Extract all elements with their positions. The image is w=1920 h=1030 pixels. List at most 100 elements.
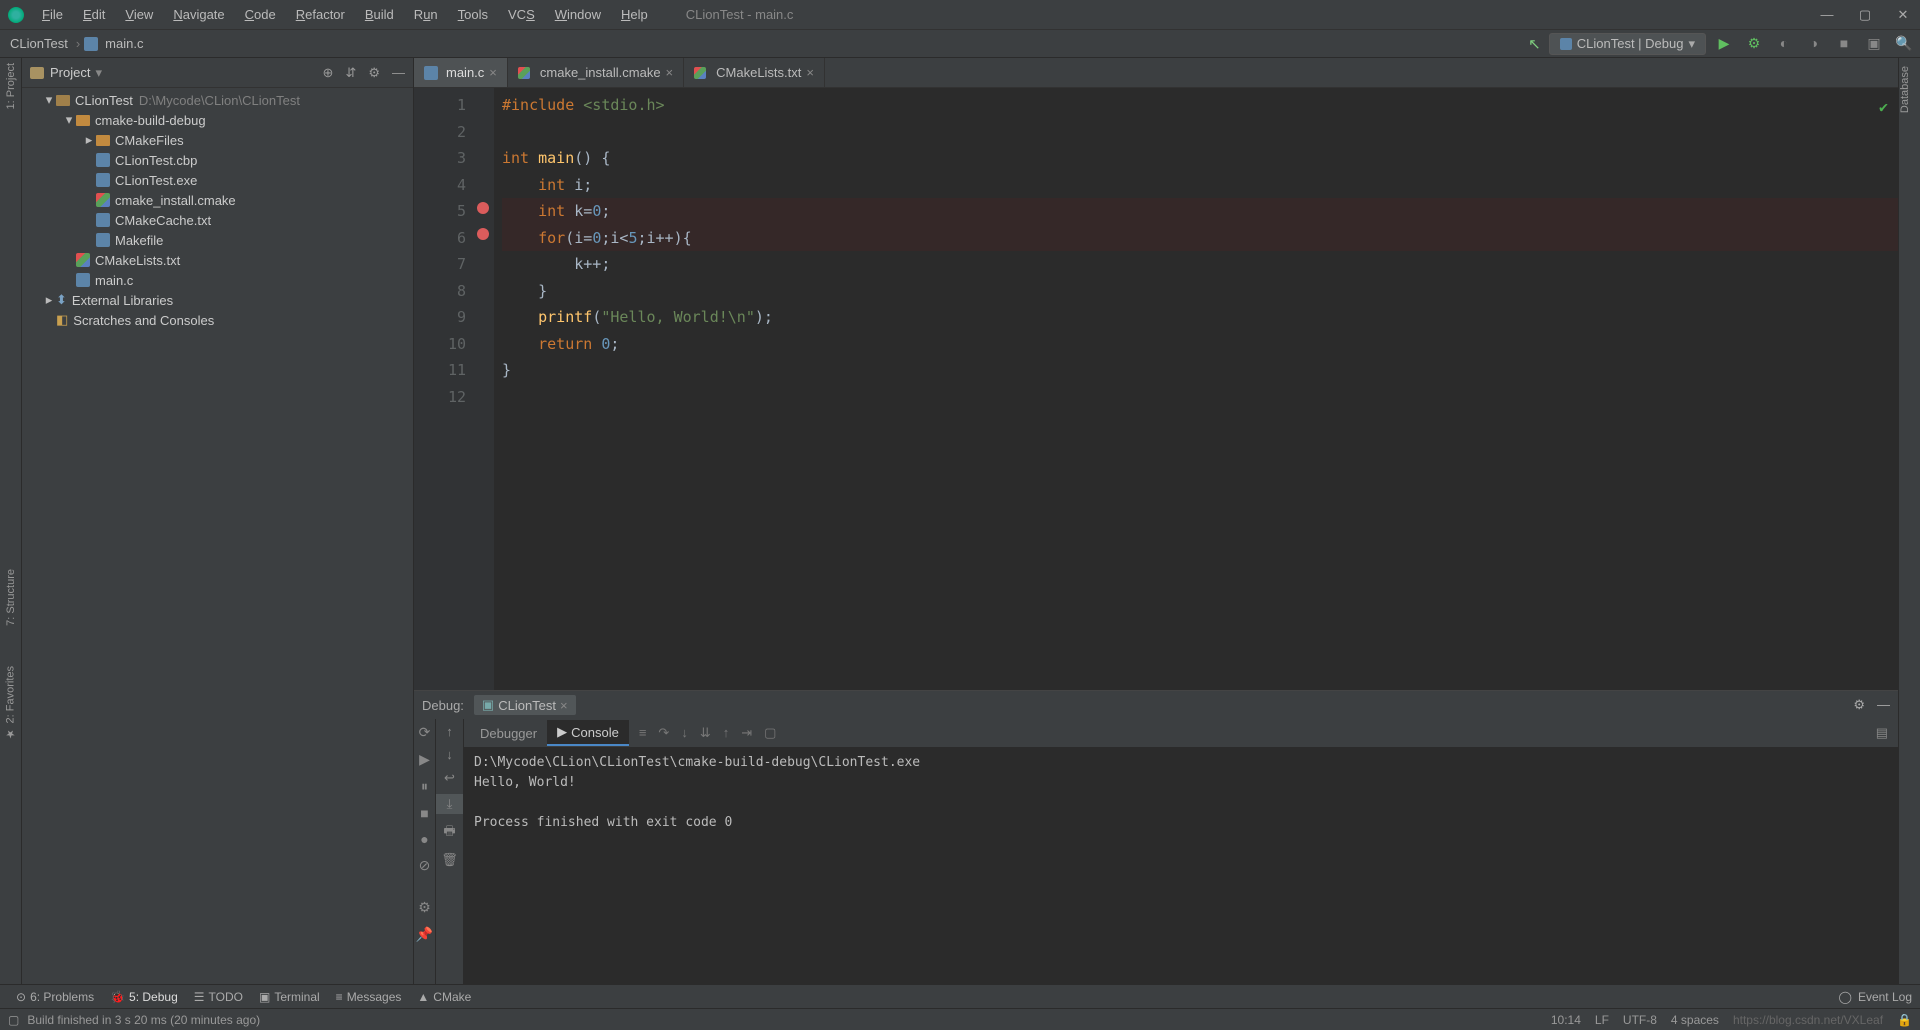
step-out-icon[interactable]: ↑: [723, 725, 730, 741]
clear-icon[interactable]: 🗑: [441, 852, 458, 868]
build-hammer-icon[interactable]: ↖: [1528, 35, 1541, 53]
evaluate-icon[interactable]: ▢: [764, 725, 776, 741]
close-icon[interactable]: ×: [489, 65, 497, 80]
tool-tab-project[interactable]: 1: Project: [5, 63, 17, 109]
tree-file-cmakelists[interactable]: CMakeLists.txt: [22, 250, 413, 270]
debug-tab[interactable]: ▣ CLionTest ×: [474, 695, 576, 715]
tab-cmake[interactable]: ▲CMake: [409, 990, 479, 1004]
breadcrumb-project[interactable]: CLionTest: [6, 36, 72, 51]
pin-icon[interactable]: 📌: [416, 926, 433, 943]
tree-file-cmakecache[interactable]: CMakeCache.txt: [22, 210, 413, 230]
chevron-down-icon[interactable]: ▾: [95, 65, 102, 81]
locate-icon[interactable]: ⊕: [323, 65, 334, 81]
soft-wrap-icon[interactable]: ↩: [444, 770, 455, 786]
layout-icon[interactable]: ▤: [1876, 725, 1888, 741]
menu-tools[interactable]: Tools: [450, 5, 496, 24]
lock-icon[interactable]: 🔒: [1897, 1013, 1912, 1027]
step-over-icon[interactable]: ↷: [658, 725, 669, 741]
settings-icon[interactable]: ⚙: [418, 899, 431, 916]
hide-icon[interactable]: —: [1877, 697, 1890, 713]
stop-icon[interactable]: ■: [420, 805, 428, 821]
menu-run[interactable]: Run: [406, 5, 446, 24]
file-encoding[interactable]: UTF-8: [1623, 1013, 1657, 1027]
debug-icon[interactable]: ⚙: [1744, 35, 1764, 52]
tab-cmake-install[interactable]: cmake_install.cmake×: [508, 58, 684, 87]
tool-tab-database[interactable]: Database: [1899, 66, 1911, 113]
subtab-console[interactable]: ▶Console: [547, 720, 629, 746]
line-ending[interactable]: LF: [1595, 1013, 1609, 1027]
tree-file-mainc[interactable]: main.c: [22, 270, 413, 290]
close-icon[interactable]: ×: [666, 65, 674, 80]
force-step-icon[interactable]: ⇊: [700, 725, 711, 741]
run-icon[interactable]: ▶: [1714, 35, 1734, 52]
tree-cmake-build-debug[interactable]: ▾cmake-build-debug: [22, 110, 413, 130]
menu-refactor[interactable]: Refactor: [288, 5, 353, 24]
tree-file-cmakeinstall[interactable]: cmake_install.cmake: [22, 190, 413, 210]
search-icon[interactable]: 🔍: [1894, 35, 1914, 52]
console-output[interactable]: D:\Mycode\CLion\CLionTest\cmake-build-de…: [464, 747, 1898, 984]
coverage-icon[interactable]: ◐: [1774, 35, 1794, 52]
profile-icon[interactable]: ◑: [1804, 35, 1824, 52]
run-to-cursor-icon[interactable]: ⇥: [741, 725, 752, 741]
tree-cmakefiles[interactable]: ▸CMakeFiles: [22, 130, 413, 150]
tree-scratches[interactable]: ◧Scratches and Consoles: [22, 310, 413, 330]
analysis-ok-icon[interactable]: ✔: [1879, 94, 1888, 121]
menu-navigate[interactable]: Navigate: [165, 5, 232, 24]
up-icon[interactable]: ↑: [446, 724, 453, 739]
scroll-to-end-icon[interactable]: ⤓: [436, 794, 463, 814]
layout-icon[interactable]: ▣: [1864, 35, 1884, 52]
menu-window[interactable]: Window: [547, 5, 609, 24]
breakpoint-gutter[interactable]: [474, 88, 494, 690]
tab-todo[interactable]: ☰TODO: [186, 990, 251, 1004]
menu-help[interactable]: Help: [613, 5, 656, 24]
project-pane-title[interactable]: Project: [50, 65, 90, 80]
down-icon[interactable]: ↓: [446, 747, 453, 762]
resume-icon[interactable]: ▶: [419, 751, 430, 768]
gear-icon[interactable]: ⚙: [368, 65, 380, 81]
rerun-icon[interactable]: ⟳: [419, 724, 431, 741]
close-icon[interactable]: ×: [560, 698, 568, 713]
menu-edit[interactable]: Edit: [75, 5, 113, 24]
breakpoint-icon[interactable]: [477, 228, 489, 240]
gear-icon[interactable]: ⚙: [1853, 697, 1865, 713]
menu-code[interactable]: Code: [237, 5, 284, 24]
subtab-debugger[interactable]: Debugger: [470, 722, 547, 745]
tree-file-cbp[interactable]: CLionTest.cbp: [22, 150, 413, 170]
hide-icon[interactable]: —: [392, 65, 405, 81]
stop-icon[interactable]: ■: [1834, 35, 1854, 52]
step-into-icon[interactable]: ↓: [681, 725, 688, 741]
cursor-position[interactable]: 10:14: [1551, 1013, 1581, 1027]
tree-file-exe[interactable]: CLionTest.exe: [22, 170, 413, 190]
tree-root[interactable]: ▾CLionTestD:\Mycode\CLion\CLionTest: [22, 90, 413, 110]
mute-breakpoints-icon[interactable]: ⊘: [419, 857, 431, 874]
close-icon[interactable]: ✕: [1894, 7, 1912, 23]
print-icon[interactable]: 🖶: [443, 822, 455, 844]
tool-tab-favorites[interactable]: ★2: Favorites: [4, 666, 17, 740]
tool-tab-structure[interactable]: 7: Structure: [5, 569, 17, 626]
breakpoint-icon[interactable]: [477, 202, 489, 214]
tab-event-log[interactable]: Event Log: [1858, 990, 1912, 1004]
run-config-dropdown[interactable]: CLionTest | Debug ▾: [1549, 33, 1706, 55]
code-editor[interactable]: #include <stdio.h> int main() { int i; i…: [494, 88, 1898, 690]
pause-icon[interactable]: ⏸: [421, 778, 428, 795]
close-icon[interactable]: ×: [806, 65, 814, 80]
breadcrumb-file[interactable]: main.c: [101, 36, 147, 51]
tab-cmakelists[interactable]: CMakeLists.txt×: [684, 58, 825, 87]
editor-body[interactable]: 1234 5678 9101112 #include <stdio.h> int…: [414, 88, 1898, 690]
menu-view[interactable]: View: [117, 5, 161, 24]
tab-messages[interactable]: ≡Messages: [328, 990, 410, 1004]
minimize-icon[interactable]: ―: [1818, 7, 1836, 23]
tree-file-makefile[interactable]: Makefile: [22, 230, 413, 250]
menu-vcs[interactable]: VCS: [500, 5, 543, 24]
tab-debug[interactable]: 🐞5: Debug: [102, 990, 186, 1004]
menu-file[interactable]: File: [34, 5, 71, 24]
menu-build[interactable]: Build: [357, 5, 402, 24]
view-breakpoints-icon[interactable]: ●: [420, 831, 428, 847]
tab-main-c[interactable]: main.c×: [414, 58, 508, 87]
window-icon[interactable]: ▢: [8, 1013, 19, 1027]
indent-info[interactable]: 4 spaces: [1671, 1013, 1719, 1027]
step-icon[interactable]: ≡: [639, 725, 647, 741]
tree-external-libraries[interactable]: ▸⬍External Libraries: [22, 290, 413, 310]
maximize-icon[interactable]: ▢: [1856, 7, 1874, 23]
tab-terminal[interactable]: ▣Terminal: [251, 990, 328, 1004]
